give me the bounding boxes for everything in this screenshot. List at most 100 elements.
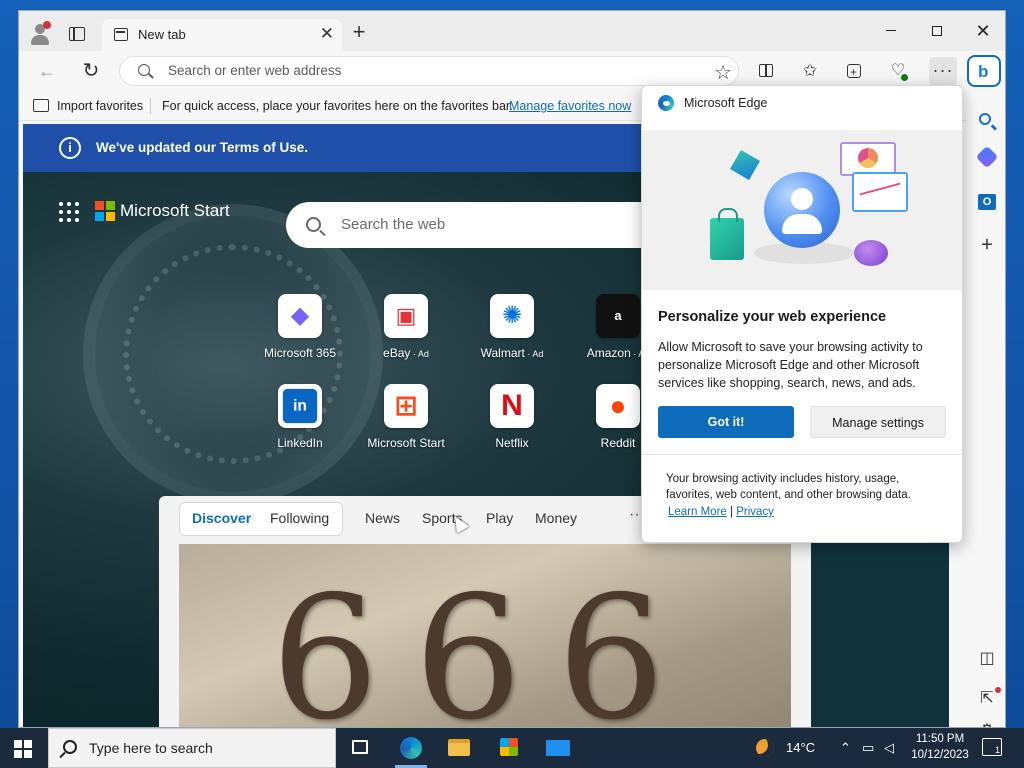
- taskbar-clock[interactable]: 11:50 PM 10/12/2023: [906, 731, 974, 763]
- shortcut-glyph: ⊞: [394, 390, 418, 421]
- terms-text: We've updated our Terms of Use.: [96, 140, 309, 155]
- sidebar-search-icon[interactable]: [975, 109, 999, 133]
- task-view-icon: [352, 740, 368, 754]
- tab-close-icon[interactable]: ✕: [320, 24, 334, 44]
- import-favorites-button[interactable]: Import favorites: [57, 99, 143, 113]
- taskbar-edge-button[interactable]: [387, 728, 435, 768]
- privacy-link[interactable]: Privacy: [736, 506, 774, 518]
- illustration-chart: [852, 172, 908, 212]
- favorites-button[interactable]: ✩: [799, 60, 821, 82]
- shortcut-tile-walmart[interactable]: ✺ Walmart · Ad: [462, 294, 562, 374]
- tab-play[interactable]: Play: [486, 510, 513, 526]
- edge-logo-icon: [658, 95, 674, 111]
- new-tab-button[interactable]: +: [349, 21, 369, 43]
- volume-muted-icon[interactable]: ◁: [884, 740, 894, 756]
- popup-footer: Your browsing activity includes history,…: [666, 473, 911, 501]
- tab-money[interactable]: Money: [535, 510, 577, 526]
- weather-moon-icon[interactable]: [756, 739, 774, 757]
- bing-copilot-button[interactable]: b: [967, 55, 1001, 87]
- tab-news[interactable]: News: [365, 510, 400, 526]
- sidebar-hide-icon[interactable]: ◫: [975, 647, 999, 671]
- sidebar-open-external-icon[interactable]: ⇱: [975, 687, 999, 711]
- shortcut-name: Netflix: [495, 436, 529, 450]
- shortcut-tile-ebay[interactable]: ▣ eBay · Ad: [356, 294, 456, 374]
- shortcut-name: Microsoft 365: [263, 346, 337, 360]
- taskbar-store-button[interactable]: [485, 728, 533, 768]
- back-button[interactable]: ←: [35, 59, 59, 83]
- illustration-piggy-bank: [854, 240, 888, 266]
- microsoft-start-brand[interactable]: Microsoft Start: [120, 201, 230, 221]
- shortcut-label: Netflix: [462, 436, 562, 450]
- maximize-button[interactable]: [917, 17, 957, 45]
- taskbar-search-input[interactable]: [89, 740, 319, 756]
- shortcut-label: LinkedIn: [250, 436, 350, 450]
- popup-heading: Personalize your web experience: [658, 309, 887, 325]
- tab-discover[interactable]: Discover: [192, 510, 251, 526]
- shortcut-tile-microsoft-start[interactable]: ⊞ Microsoft Start: [356, 384, 456, 464]
- popup-header: Microsoft Edge: [642, 86, 962, 122]
- tab-new-tab[interactable]: New tab ✕: [102, 19, 342, 51]
- split-screen-button[interactable]: [755, 60, 777, 82]
- clock-date: 10/12/2023: [911, 749, 969, 761]
- learn-more-link[interactable]: Learn More: [668, 506, 727, 518]
- taskbar-file-explorer-button[interactable]: [435, 728, 483, 768]
- edge-sidebar: O + ◫ ⇱ ⚙: [967, 91, 1005, 727]
- popup-title: Microsoft Edge: [684, 96, 768, 110]
- sidebar-outlook-icon[interactable]: O: [975, 189, 999, 213]
- shortcut-icon: ⊞: [384, 384, 428, 428]
- notification-center-icon[interactable]: 1: [982, 738, 1002, 756]
- shortcut-glyph: N: [501, 389, 523, 422]
- personalization-popup: Microsoft Edge Personalize your web expe…: [641, 85, 963, 543]
- got-it-button[interactable]: Got it!: [658, 406, 794, 438]
- refresh-button[interactable]: ↻: [79, 59, 103, 83]
- shortcut-glyph: ✺: [501, 302, 523, 329]
- microsoft-logo-icon: [95, 201, 115, 221]
- close-window-button[interactable]: ✕: [963, 17, 1003, 45]
- weather-temperature[interactable]: 14°C: [786, 740, 815, 755]
- feed-article-image[interactable]: 6 6 6: [179, 544, 791, 727]
- settings-and-more-button[interactable]: ···: [929, 57, 957, 85]
- shortcut-tile-netflix[interactable]: N Netflix: [462, 384, 562, 464]
- profile-icon[interactable]: [27, 21, 53, 47]
- notification-dot: [43, 21, 51, 29]
- shortcut-icon: a: [596, 294, 640, 338]
- taskbar-mail-button[interactable]: [534, 728, 582, 768]
- network-icon[interactable]: ▭: [862, 740, 874, 756]
- illustration-card: [840, 142, 896, 176]
- web-search-input[interactable]: [341, 216, 641, 233]
- browser-essentials-button[interactable]: ♡: [887, 60, 909, 82]
- collections-button[interactable]: [843, 60, 865, 83]
- bing-icon: b: [978, 62, 989, 81]
- tab-label: New tab: [138, 27, 186, 42]
- shortcut-name: Reddit: [600, 436, 636, 450]
- address-bar[interactable]: ☆: [119, 56, 739, 86]
- ad-separator: ·: [410, 349, 418, 359]
- app-launcher-icon[interactable]: [59, 202, 79, 222]
- sidebar-copilot-icon[interactable]: [975, 145, 999, 173]
- split-screen-icon: [759, 64, 773, 78]
- shortcut-name: Walmart: [480, 346, 525, 360]
- add-favorite-star-icon[interactable]: ☆: [714, 60, 732, 85]
- mail-icon: [546, 740, 570, 756]
- shortcut-tile-microsoft-365[interactable]: ◆ Microsoft 365: [250, 294, 350, 374]
- taskbar-search-box[interactable]: [48, 728, 336, 768]
- task-view-button[interactable]: [336, 728, 384, 768]
- tab-actions-icon[interactable]: [69, 27, 85, 41]
- shortcut-icon: ✺: [490, 294, 534, 338]
- tab-following[interactable]: Following: [270, 510, 329, 526]
- manage-settings-button[interactable]: Manage settings: [810, 406, 946, 438]
- minimize-button[interactable]: [871, 17, 911, 45]
- import-icon: [33, 99, 49, 112]
- sidebar-settings-icon[interactable]: ⚙: [975, 719, 999, 727]
- ad-badge: Ad: [532, 349, 544, 359]
- address-input[interactable]: [168, 63, 668, 78]
- folder-icon: [448, 739, 470, 756]
- start-button[interactable]: [14, 740, 32, 758]
- popup-links: Learn More | Privacy: [668, 506, 774, 518]
- shortcut-label: eBay · Ad: [356, 346, 456, 360]
- manage-favorites-link[interactable]: Manage favorites now: [509, 99, 631, 113]
- sidebar-add-icon[interactable]: +: [975, 233, 999, 257]
- show-hidden-icons-chevron-icon[interactable]: ⌃: [840, 740, 851, 756]
- search-icon: [63, 740, 77, 754]
- shortcut-tile-linkedin[interactable]: in LinkedIn: [250, 384, 350, 464]
